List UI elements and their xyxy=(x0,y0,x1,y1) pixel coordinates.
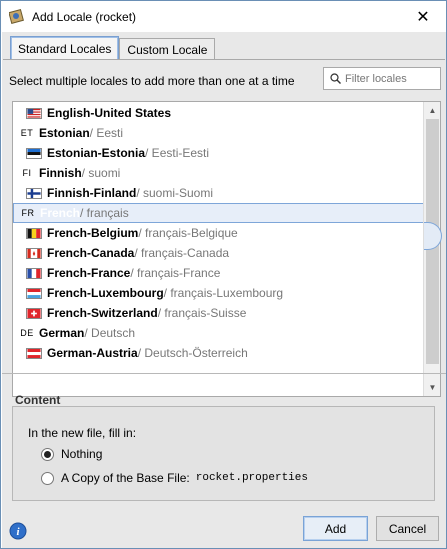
tab-bar: Standard Locales Custom Locale xyxy=(10,36,216,60)
content-group: In the new file, fill in: Nothing A Copy… xyxy=(12,406,435,501)
fill-in-label: In the new file, fill in: xyxy=(28,426,137,440)
radio-unselected-icon xyxy=(41,471,54,485)
filter-placeholder: Filter locales xyxy=(345,72,407,85)
locale-name: French-Belgium xyxy=(47,226,139,240)
locale-code: DE xyxy=(20,328,34,338)
locale-name: French xyxy=(40,206,81,220)
locale-name: Estonian xyxy=(39,126,90,140)
locale-list[interactable]: German-Austria / Deutsch-Österreich DE Ger… xyxy=(12,101,441,397)
locale-native-name: / français-Belgique xyxy=(138,226,238,240)
radio-selected-icon xyxy=(41,447,54,461)
search-icon xyxy=(330,73,341,84)
flag-ca-icon xyxy=(26,247,42,259)
app-icon xyxy=(9,9,24,24)
content-section-title: Content xyxy=(15,393,61,407)
locale-code: FR xyxy=(21,208,35,218)
locale-native-name: / français xyxy=(80,206,129,220)
locale-name: French-Switzerland xyxy=(47,306,158,320)
section-divider xyxy=(2,373,446,374)
base-file-name: rocket.properties xyxy=(195,472,308,484)
scroll-down-arrow-icon[interactable]: ▼ xyxy=(424,379,440,396)
flag-ee-icon xyxy=(26,147,42,159)
close-icon: ✕ xyxy=(416,8,430,26)
locale-row[interactable]: Finnish-Finland / suomi-Suomi xyxy=(13,183,423,203)
locale-native-name: / suomi xyxy=(81,166,121,180)
radio-copy-label: A Copy of the Base File: xyxy=(61,471,190,485)
locale-code: ET xyxy=(20,128,34,138)
locale-native-name: / Deutsch-Österreich xyxy=(137,346,248,360)
locale-row[interactable]: DE German / Deutsch xyxy=(13,323,423,343)
flag-fi-icon xyxy=(26,187,42,199)
locale-native-name: / français-Canada xyxy=(134,246,230,260)
radio-copy-base-file[interactable]: A Copy of the Base File: rocket.properti… xyxy=(41,471,308,485)
locale-name: Finnish xyxy=(39,166,82,180)
locale-row[interactable]: Estonian-Estonia / Eesti-Eesti xyxy=(13,143,423,163)
tab-standard-locales[interactable]: Standard Locales xyxy=(10,36,120,60)
locale-row[interactable]: French-Canada / français-Canada xyxy=(13,243,423,263)
locale-native-name: / Eesti-Eesti xyxy=(145,146,210,160)
title-bar: Add Locale (rocket) ✕ xyxy=(1,1,446,32)
locale-name: Estonian-Estonia xyxy=(47,146,146,160)
locale-name: English-United States xyxy=(47,106,172,120)
locale-row[interactable]: French-France / français-France xyxy=(13,263,423,283)
flag-lu-icon xyxy=(26,287,42,299)
close-button[interactable]: ✕ xyxy=(400,1,446,32)
locale-row[interactable]: FI Finnish / suomi xyxy=(13,163,423,183)
locale-name: German xyxy=(39,326,85,340)
locale-row[interactable]: German-Austria / Deutsch-Österreich xyxy=(13,343,423,363)
radio-nothing-label: Nothing xyxy=(61,447,103,461)
locale-name: French-Luxembourg xyxy=(47,286,164,300)
locale-native-name: / français-France xyxy=(130,266,221,280)
locale-native-name: / français-Luxembourg xyxy=(163,286,284,300)
tab-custom-locale[interactable]: Custom Locale xyxy=(119,38,216,60)
locale-row[interactable]: English-United States xyxy=(13,103,423,123)
filter-input[interactable]: Filter locales xyxy=(323,67,441,90)
radio-nothing[interactable]: Nothing xyxy=(41,447,102,461)
flag-at-icon xyxy=(26,347,42,359)
locale-row[interactable]: French-Switzerland / français-Suisse xyxy=(13,303,423,323)
locale-name: German-Austria xyxy=(47,346,138,360)
flag-ch-icon xyxy=(26,307,42,319)
locale-row[interactable]: French-Belgium / français-Belgique xyxy=(13,223,423,243)
locale-native-name: / Deutsch xyxy=(84,326,136,340)
scroll-up-arrow-icon[interactable]: ▲ xyxy=(424,102,440,119)
flag-be-icon xyxy=(26,227,42,239)
locale-row[interactable]: French-Luxembourg / français-Luxembourg xyxy=(13,283,423,303)
locale-native-name: / suomi-Suomi xyxy=(136,186,214,200)
flag-us-icon xyxy=(26,107,42,119)
locale-code: FI xyxy=(22,168,32,178)
standard-locales-panel: Select multiple locales to add more than… xyxy=(3,59,445,401)
help-icon[interactable]: i xyxy=(9,522,27,540)
locale-name: Finnish-Finland xyxy=(47,186,137,200)
locale-row[interactable]: ET Estonian / Eesti xyxy=(13,123,423,143)
locale-row[interactable]: FR French / français xyxy=(13,203,424,223)
flag-fr-icon xyxy=(26,267,42,279)
locale-native-name: / Eesti xyxy=(89,126,124,140)
locale-name: French-France xyxy=(47,266,131,280)
add-locale-dialog: Add Locale (rocket) ✕ Standard Locales C… xyxy=(0,0,447,549)
dialog-body: Standard Locales Custom Locale Select mu… xyxy=(2,32,446,548)
locale-native-name: / français-Suisse xyxy=(157,306,247,320)
locale-name: French-Canada xyxy=(47,246,135,260)
hint-text: Select multiple locales to add more than… xyxy=(9,74,295,88)
cancel-button[interactable]: Cancel xyxy=(376,516,439,541)
window-title: Add Locale (rocket) xyxy=(32,10,137,24)
add-button[interactable]: Add xyxy=(303,516,368,541)
